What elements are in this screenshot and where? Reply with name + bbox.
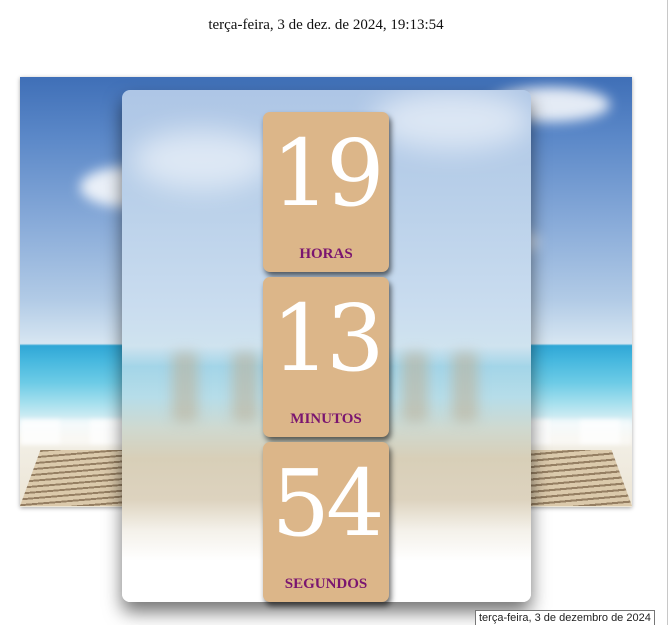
date-tooltip: terça-feira, 3 de dezembro de 2024: [475, 610, 655, 625]
current-datetime: terça-feira, 3 de dez. de 2024, 19:13:54: [208, 17, 444, 33]
minutes-tile: 13 MINUTOS: [263, 277, 389, 437]
minutes-label: MINUTOS: [290, 411, 362, 427]
seconds-tile: 54 SEGUNDOS: [263, 442, 389, 602]
seconds-label: SEGUNDOS: [284, 576, 368, 592]
hours-label: HORAS: [299, 246, 353, 262]
seconds-value: 54: [271, 450, 384, 557]
hours-value: 19: [271, 120, 384, 227]
pier-post: [452, 352, 478, 422]
cloud-glow: [372, 90, 531, 150]
pier-post: [232, 352, 258, 422]
hours-tile: 19 HORAS: [263, 112, 389, 272]
minutes-value: 13: [271, 285, 384, 392]
cloud-glow: [132, 130, 272, 190]
pier-post: [402, 352, 428, 422]
clock-page: terça-feira, 3 de dez. de 2024, 19:13:54…: [0, 0, 668, 625]
pier-post: [172, 352, 198, 422]
